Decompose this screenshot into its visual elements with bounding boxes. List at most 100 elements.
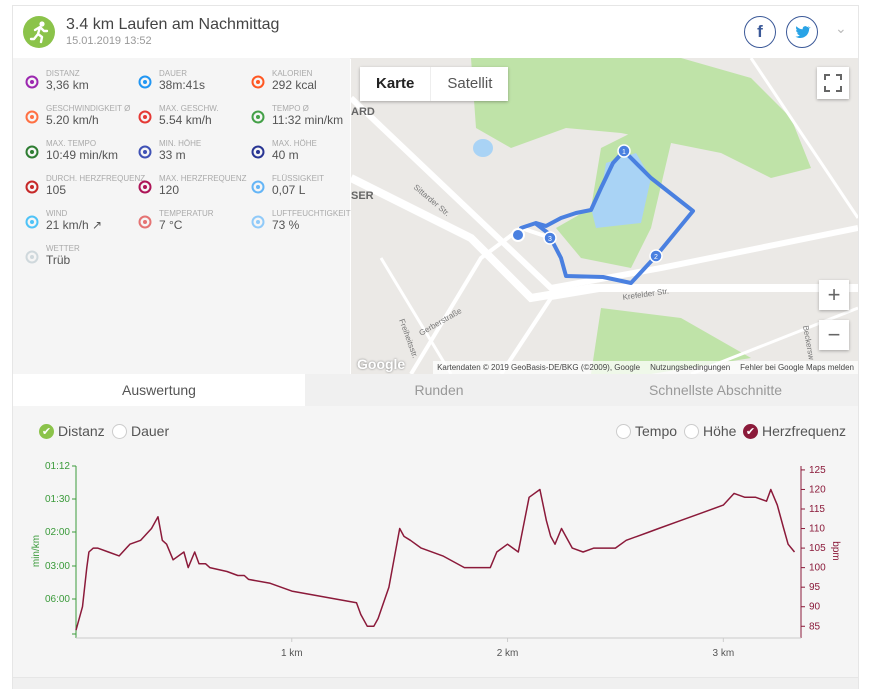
left-tick-label: 03:00 <box>45 561 70 572</box>
stat-max-höhe: MAX. HÖHE 40 m <box>251 139 361 171</box>
footer-divider <box>13 677 858 689</box>
speedometer-icon <box>138 110 152 124</box>
twitter-share-button[interactable] <box>786 16 818 48</box>
stat-label: KALORIEN <box>272 69 313 78</box>
right-tick-label: 85 <box>809 621 821 632</box>
chevron-down-icon[interactable]: ⌄ <box>835 20 847 37</box>
wind-icon <box>25 215 39 229</box>
place-label: ARD <box>351 106 375 118</box>
right-tick-label: 100 <box>809 563 826 574</box>
stat-value: 11:32 min/km <box>272 113 344 127</box>
right-tick-label: 90 <box>809 602 821 613</box>
stat-max-herzfrequenz: MAX. HERZFREQUENZ 120 <box>138 174 248 206</box>
stat-luftfeuchtigkeit: LUFTFEUCHTIGKEIT 73 % <box>251 209 361 241</box>
stat-label: DURCH. HERZFREQUENZ <box>46 174 146 183</box>
report-error-link[interactable]: Fehler bei Google Maps melden <box>740 363 854 372</box>
left-tick-label: 01:30 <box>45 494 70 505</box>
stat-value: 0,07 L <box>272 183 306 197</box>
stat-label: WETTER <box>46 244 80 253</box>
map-tab-satellit[interactable]: Satellit <box>431 67 508 101</box>
stat-wetter: WETTER Trüb <box>25 244 135 276</box>
x-tick-label: 2 km <box>497 648 519 659</box>
google-logo: Google <box>357 356 406 372</box>
twitter-icon <box>795 26 811 38</box>
terms-link[interactable]: Nutzungsbedingungen <box>650 363 730 372</box>
x-tick-label: 3 km <box>712 648 734 659</box>
tab-runden[interactable]: Runden <box>305 374 573 406</box>
left-tick-label: 06:00 <box>45 594 70 605</box>
stat-value: 5.54 km/h <box>159 113 212 127</box>
stat-label: MIN. HÖHE <box>159 139 202 148</box>
stat-geschwindigkeit: GESCHWINDIGKEIT Ø 5.20 km/h <box>25 104 135 136</box>
heart-rate-chart: 01:12 01:30 02:00 03:00 06:00 min/km 125 120 115… <box>31 461 841 659</box>
speedometer-icon <box>25 110 39 124</box>
stat-label: MAX. HÖHE <box>272 139 317 148</box>
fullscreen-icon <box>824 74 842 92</box>
thermometer-icon <box>138 215 152 229</box>
stat-label: DISTANZ <box>46 69 80 78</box>
tab-auswertung[interactable]: Auswertung <box>13 374 305 406</box>
stat-value: 5.20 km/h <box>46 113 99 127</box>
stat-max-geschw: MAX. GESCHW. 5.54 km/h <box>138 104 248 136</box>
stat-kalorien: KALORIEN 292 kcal <box>251 69 361 101</box>
left-axis-label: min/km <box>31 535 42 567</box>
stat-label: MAX. GESCHW. <box>159 104 219 113</box>
x-tick-label: 1 km <box>281 648 303 659</box>
stat-value: 7 °C <box>159 218 183 232</box>
stat-wind: WIND 21 km/h ↗ <box>25 209 135 241</box>
route-map[interactable]: Sittarder Str. Krefelder Str. Gerberstra… <box>351 58 858 374</box>
tab-schnellste-abschnitte[interactable]: Schnellste Abschnitte <box>573 374 858 406</box>
stat-value: 40 m <box>272 148 299 162</box>
facebook-share-button[interactable]: f <box>744 16 776 48</box>
cloud-icon <box>25 250 39 264</box>
zoom-in-button[interactable]: + <box>819 280 849 310</box>
stat-value: 3,36 km <box>46 78 89 92</box>
right-tick-label: 105 <box>809 543 826 554</box>
map-attribution: Kartendaten © 2019 GeoBasis-DE/BKG (©200… <box>433 361 858 374</box>
stat-label: MAX. HERZFREQUENZ <box>159 174 247 183</box>
stat-label: FLÜSSIGKEIT <box>272 174 325 183</box>
km-marker-label: 1 <box>622 149 626 156</box>
map-tab-karte[interactable]: Karte <box>360 67 432 101</box>
gauge-icon <box>251 110 265 124</box>
stat-label: WIND <box>46 209 68 218</box>
stats-panel: DISTANZ 3,36 km DAUER 38m:41s KALORIEN 292 kc… <box>13 58 351 374</box>
left-tick-label: 01:12 <box>45 461 70 472</box>
stat-value: 33 m <box>159 148 186 162</box>
right-tick-label: 120 <box>809 484 826 495</box>
chart-panel: ✔ Distanz Dauer Tempo Höhe ✔ Herzfrequenz … <box>13 406 858 677</box>
stat-value: 10:49 min/km <box>46 148 119 162</box>
mountain-icon <box>251 145 265 159</box>
mountain-icon <box>138 145 152 159</box>
km-marker-label: 2 <box>654 254 658 261</box>
stat-dauer: DAUER 38m:41s <box>138 69 248 101</box>
left-tick-label: 02:00 <box>45 527 70 538</box>
start-marker[interactable] <box>511 228 525 242</box>
right-axis-label: bpm <box>830 541 841 560</box>
fullscreen-button[interactable] <box>817 67 849 99</box>
map-canvas[interactable]: Sittarder Str. Krefelder Str. Gerberstra… <box>351 58 858 374</box>
stat-tempo: TEMPO Ø 11:32 min/km <box>251 104 361 136</box>
humidity-icon <box>251 215 265 229</box>
drops-icon <box>251 180 265 194</box>
stat-min-höhe: MIN. HÖHE 33 m <box>138 139 248 171</box>
stat-label: GESCHWINDIGKEIT Ø <box>46 104 131 113</box>
activity-card: 3.4 km Laufen am Nachmittag 15.01.2019 1… <box>12 5 859 689</box>
right-tick-label: 95 <box>809 582 821 593</box>
stat-value: 120 <box>159 183 180 197</box>
attribution-text: Kartendaten © 2019 GeoBasis-DE/BKG (©200… <box>437 363 641 372</box>
stat-distanz: DISTANZ 3,36 km <box>25 69 135 101</box>
series-line-herzfrequenz <box>75 488 796 631</box>
stat-durch-herzfrequenz: DURCH. HERZFREQUENZ 105 <box>25 174 145 206</box>
activity-title: 3.4 km Laufen am Nachmittag <box>66 16 280 33</box>
stat-max-tempo: MAX. TEMPO 10:49 min/km <box>25 139 135 171</box>
stat-label: TEMPO Ø <box>272 104 309 113</box>
stat-value: 292 kcal <box>272 78 317 92</box>
analysis-tabs: Auswertung Runden Schnellste Abschnitte <box>13 374 858 406</box>
km-marker-label: 3 <box>548 236 552 243</box>
stopwatch-icon <box>138 75 152 89</box>
stat-value: Trüb <box>46 253 71 267</box>
zoom-out-button[interactable]: − <box>819 320 849 350</box>
map-type-switch: Karte Satellit <box>360 67 509 101</box>
stat-value: 38m:41s <box>159 78 206 92</box>
